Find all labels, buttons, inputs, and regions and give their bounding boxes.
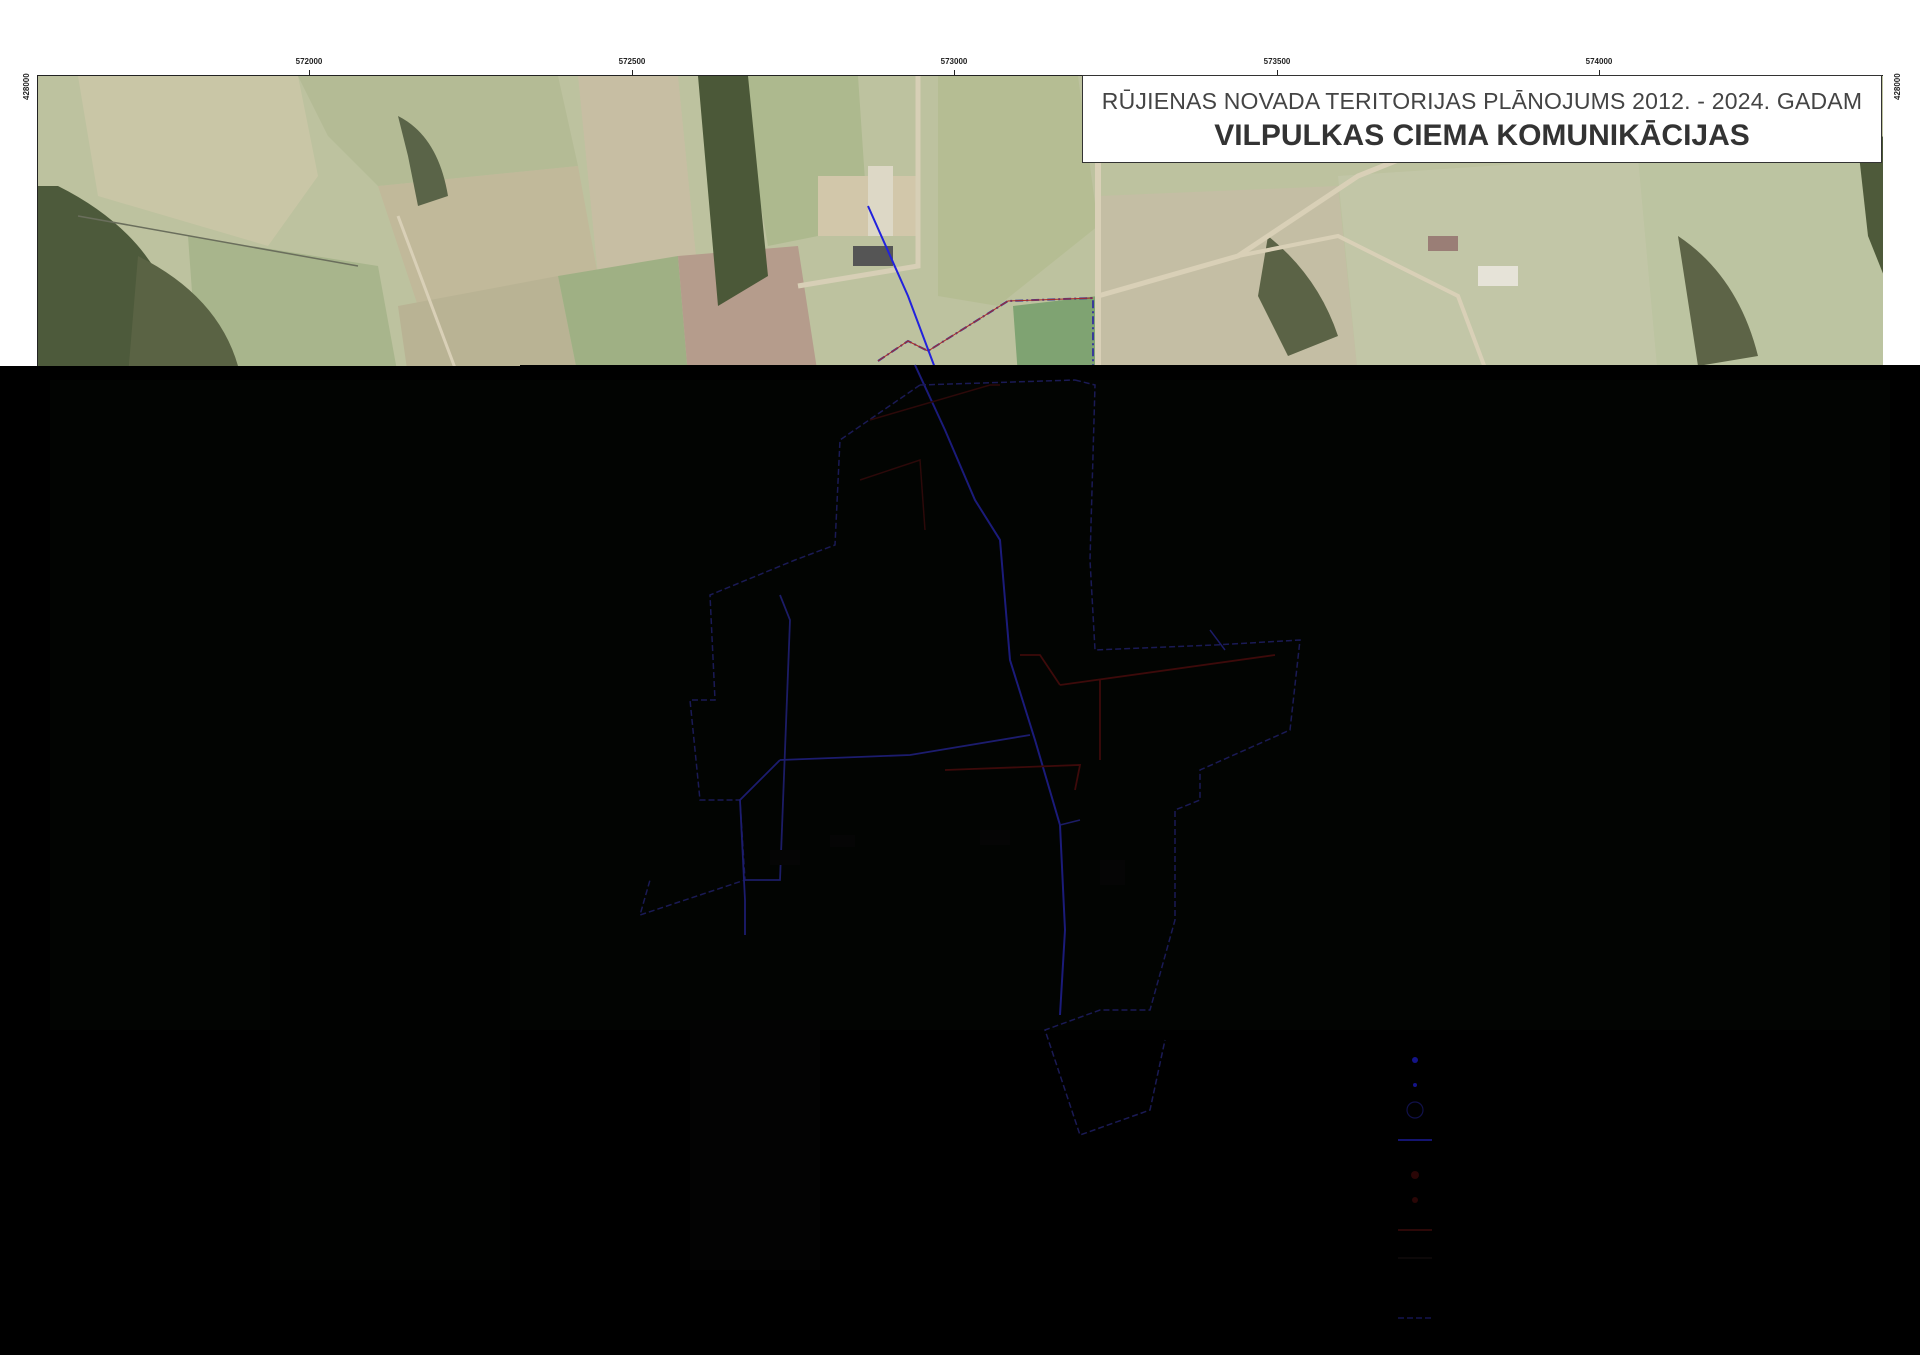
x-tick-label: 572000: [295, 57, 323, 66]
x-tick-label: 574000: [1585, 57, 1613, 66]
dark-map-region: [0, 370, 1920, 1355]
x-tick-label: 573000: [940, 57, 968, 66]
map-title: VILPULKAS CIEMA KOMUNIKĀCIJAS: [1214, 119, 1750, 152]
x-tick-label: 573500: [1263, 57, 1291, 66]
plan-title: RŪJIENAS NOVADA TERITORIJAS PLĀNOJUMS 20…: [1101, 88, 1863, 114]
map-title-box: RŪJIENAS NOVADA TERITORIJAS PLĀNOJUMS 20…: [1082, 75, 1882, 163]
y-tick-label-left: 428000: [22, 73, 31, 100]
x-tick-label: 572500: [618, 57, 646, 66]
y-tick-label-right: 428000: [1893, 73, 1902, 100]
